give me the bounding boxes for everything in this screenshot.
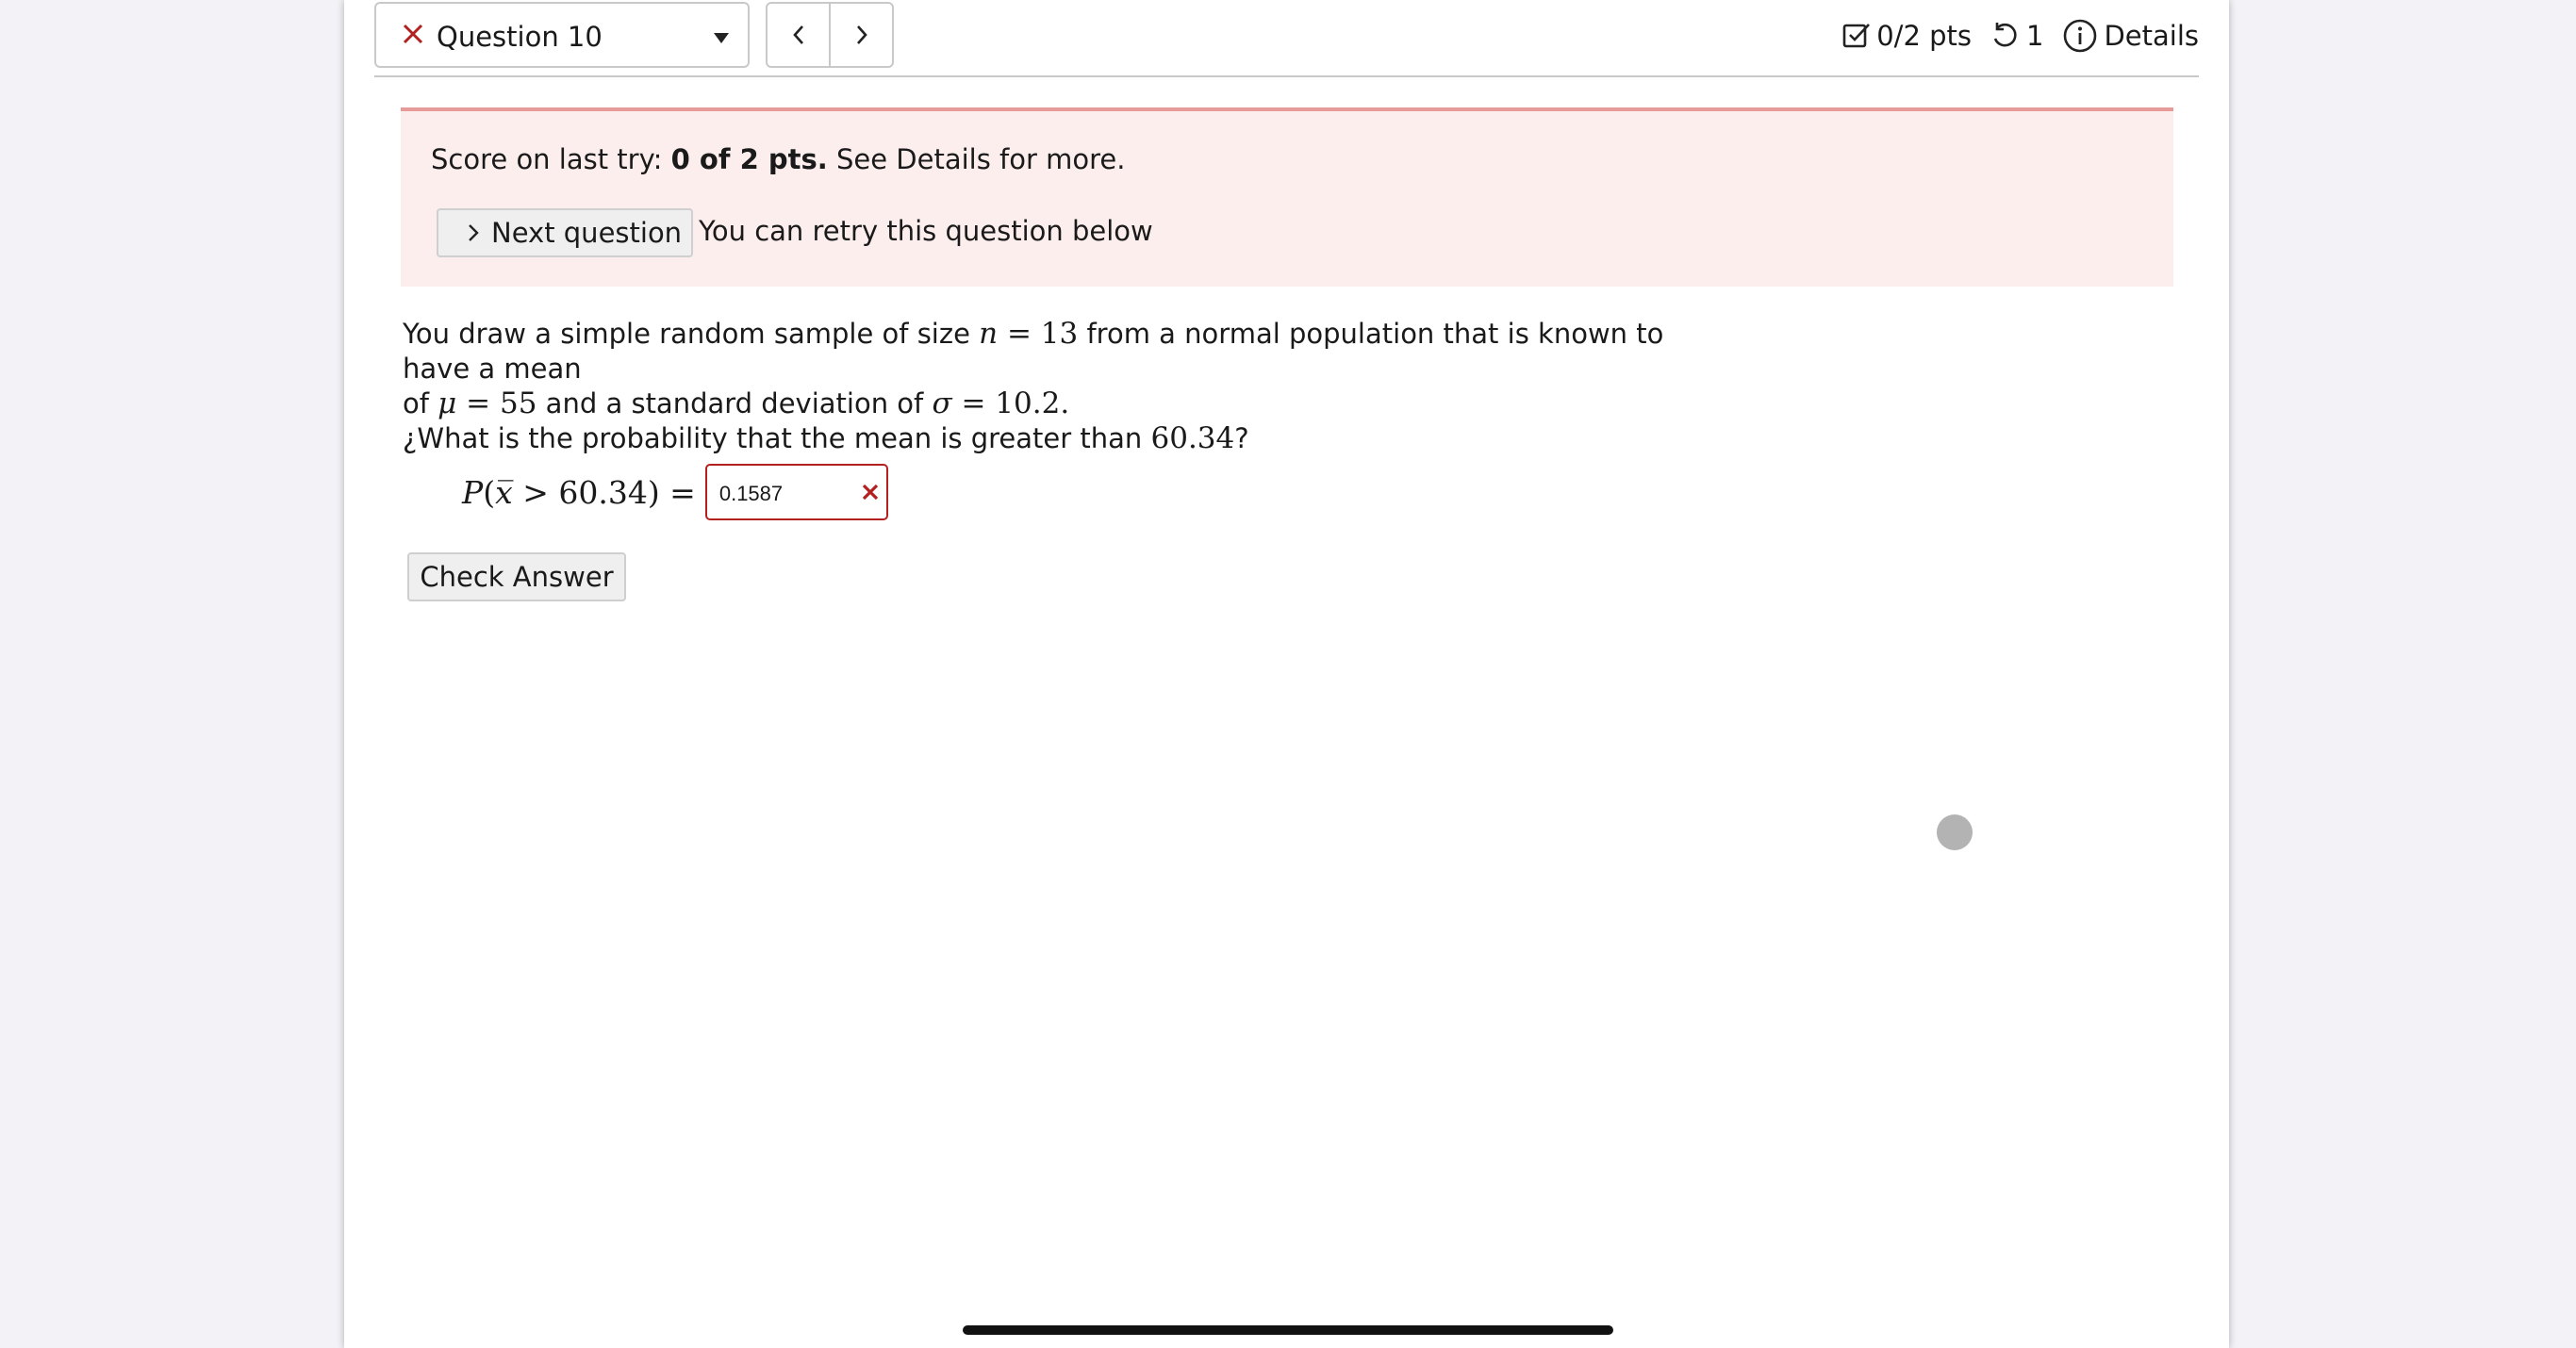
n-value: = 13 <box>998 317 1079 351</box>
prompt-end: ? <box>1234 422 1249 454</box>
chevron-left-icon <box>792 25 803 44</box>
next-question-label: Next question <box>491 217 683 249</box>
check-answer-button[interactable]: Check Answer <box>407 552 626 601</box>
caret-down-icon <box>714 33 729 43</box>
retry-icon <box>1993 23 2017 47</box>
question-nav <box>766 2 894 68</box>
q-text-1a: You draw a simple random sample of size <box>403 318 980 350</box>
question-page: Question 10 0/2 pts 1 Details Score on l… <box>344 0 2229 1348</box>
score-value: 0 of 2 pts. <box>670 143 828 175</box>
close-icon <box>403 24 423 44</box>
score-prefix: Score on last try: <box>431 143 671 175</box>
n-expression: n = 13 <box>979 317 1078 351</box>
chevron-right-small-icon <box>469 224 479 241</box>
question-line-1: You draw a simple random sample of size … <box>403 317 1723 386</box>
points-indicator: 0/2 pts <box>1841 20 1972 52</box>
next-question-arrow-button[interactable] <box>829 4 892 66</box>
question-meta: 0/2 pts 1 Details <box>1841 17 2199 55</box>
retries-indicator: 1 <box>1989 20 2043 52</box>
score-suffix: See Details for more. <box>827 143 1126 175</box>
n-variable: n <box>979 317 999 351</box>
question-select[interactable]: Question 10 <box>374 2 750 68</box>
probability-expression: P(x̅ > 60.34) = <box>462 474 696 511</box>
q-text-2c: . <box>1060 386 1070 420</box>
question-select-label: Question 10 <box>437 21 603 53</box>
next-question-button[interactable]: Next question <box>437 208 693 257</box>
prompt-text: ¿What is the probability that the mean i… <box>403 422 1151 454</box>
question-line-2: of μ = 55 and a standard deviation of σ … <box>403 386 1723 421</box>
header-divider <box>374 75 2199 77</box>
answer-row: P(x̅ > 60.34) = 0.1587 <box>462 464 888 520</box>
home-indicator-bar[interactable] <box>963 1325 1613 1335</box>
p-symbol: P <box>462 473 484 511</box>
mu-variable: μ <box>438 386 457 420</box>
sigma-variable: σ <box>932 386 952 420</box>
sigma-expression: σ = 10.2 <box>932 386 1060 420</box>
score-feedback: Score on last try: 0 of 2 pts. See Detai… <box>401 107 2173 287</box>
q-text-2b: and a standard deviation of <box>537 387 933 419</box>
info-icon <box>2064 19 2097 53</box>
retry-note: You can retry this question below <box>699 215 1153 247</box>
incorrect-icon <box>862 484 878 501</box>
mu-value: = 55 <box>456 386 537 420</box>
xbar-symbol: x̅ <box>495 473 513 511</box>
prompt-value: 60.34 <box>1150 421 1235 455</box>
check-answer-label: Check Answer <box>420 561 614 593</box>
checkbox-icon <box>1842 24 1871 48</box>
retries-count: 1 <box>2026 20 2044 52</box>
mu-expression: μ = 55 <box>438 386 537 420</box>
q-text-2a: of <box>403 387 438 419</box>
touch-cursor-indicator <box>1937 814 1973 850</box>
expression-rest: > 60.34) = <box>512 473 696 511</box>
score-text: Score on last try: 0 of 2 pts. See Detai… <box>431 143 1125 175</box>
previous-question-button[interactable] <box>768 4 829 66</box>
question-text: You draw a simple random sample of size … <box>403 317 1723 421</box>
answer-input[interactable]: 0.1587 <box>704 464 888 520</box>
chevron-right-icon <box>856 25 867 44</box>
details-label: Details <box>2104 20 2199 52</box>
paren-open: ( <box>483 473 496 511</box>
points-text: 0/2 pts <box>1876 20 1972 52</box>
details-button[interactable]: Details <box>2062 18 2199 54</box>
answer-value: 0.1587 <box>718 482 784 505</box>
sigma-value: = 10.2 <box>951 386 1061 420</box>
question-prompt: ¿What is the probability that the mean i… <box>403 421 1249 455</box>
